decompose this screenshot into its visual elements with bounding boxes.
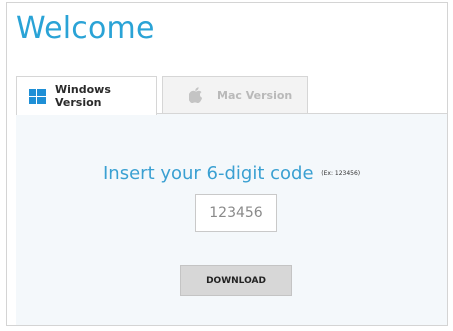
tab-mac-label: Mac Version — [217, 88, 293, 102]
download-button[interactable]: DOWNLOAD — [180, 265, 292, 296]
download-frame: Welcome Windows Version Mac Version Inse… — [6, 2, 448, 326]
code-input[interactable] — [195, 194, 277, 232]
apple-logo-icon — [189, 87, 202, 103]
code-example-hint: (Ex: 123456) — [321, 170, 361, 177]
code-prompt-text: Insert your 6-digit code — [103, 163, 314, 184]
code-prompt: Insert your 6-digit code (Ex: 123456) — [103, 162, 360, 186]
tab-windows-version[interactable]: Windows Version — [16, 76, 157, 115]
code-panel: Insert your 6-digit code (Ex: 123456) DO… — [16, 113, 447, 325]
tab-windows-label: Windows Version — [55, 83, 111, 109]
windows-logo-icon — [29, 88, 46, 104]
version-tabs: Windows Version Mac Version — [16, 76, 446, 115]
page-title: Welcome — [16, 11, 155, 46]
tab-mac-version[interactable]: Mac Version — [162, 76, 308, 113]
